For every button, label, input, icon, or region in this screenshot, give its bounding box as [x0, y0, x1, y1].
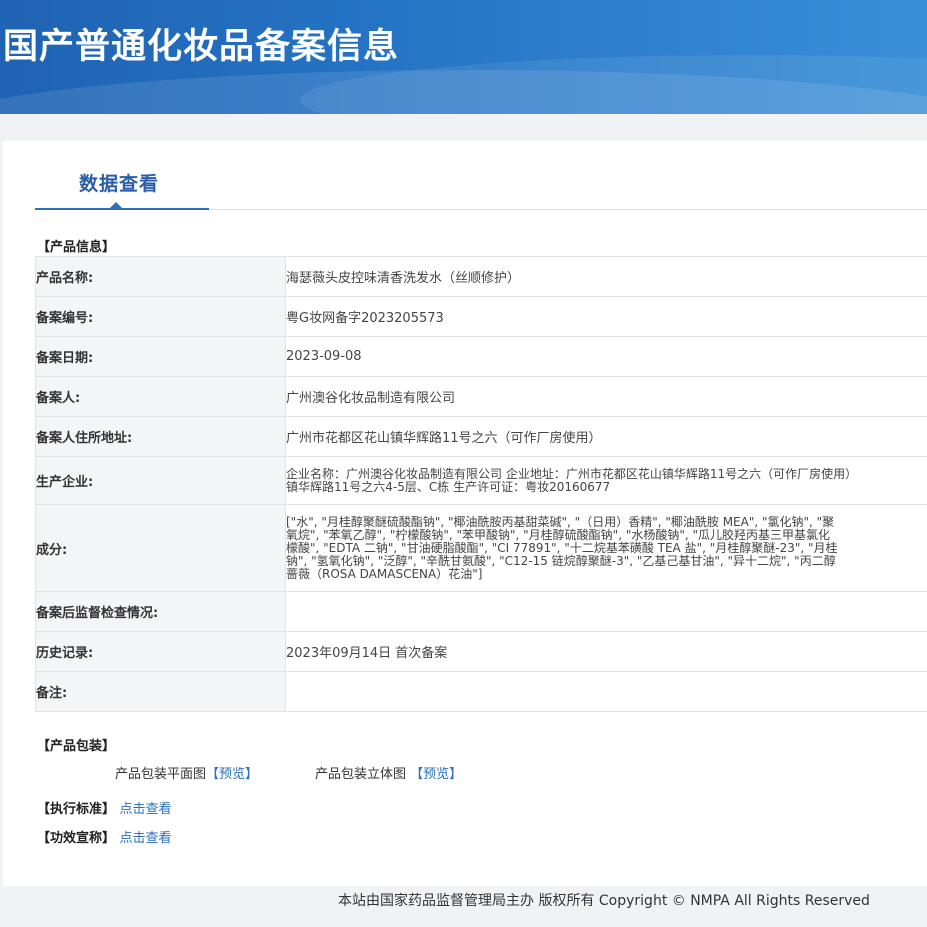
row-label: 成分: [35, 504, 286, 592]
tab-divider [209, 209, 927, 210]
efficacy-heading: 【功效宣称】 [37, 831, 116, 846]
active-tab-caret-icon [110, 202, 122, 208]
post-supervision-value [285, 591, 927, 632]
header-banner: 国产普通化妆品备案信息 [0, 0, 927, 114]
packaging-flat-item: 产品包装平面图【预览】 [115, 763, 258, 782]
footer-copyright: 本站由国家药品监督管理局主办 版权所有 Copyright © NMPA All… [338, 893, 870, 909]
product-name-value: 海瑟薇头皮控味清香洗发水（丝顺修护） [285, 256, 927, 297]
packaging-solid-item: 产品包装立体图 【预览】 [315, 763, 462, 782]
page-title: 国产普通化妆品备案信息 [3, 27, 400, 67]
row-label: 历史记录: [35, 631, 286, 672]
row-label: 备案人住所地址: [35, 416, 286, 457]
row-label: 备案编号: [35, 296, 286, 337]
table-row: 生产企业: 企业名称：广州澳谷化妆品制造有限公司 企业地址：广州市花都区花山镇华… [35, 456, 927, 505]
manufacturer-value: 企业名称：广州澳谷化妆品制造有限公司 企业地址：广州市花都区花山镇华辉路11号之… [285, 456, 927, 505]
table-row: 备案人住所地址: 广州市花都区花山镇华辉路11号之六（可作厂房使用） [35, 416, 927, 457]
table-row: 备案日期: 2023-09-08 [35, 336, 927, 377]
packaging-heading: 【产品包装】 [37, 739, 116, 754]
registrant-value: 广州澳谷化妆品制造有限公司 [285, 376, 927, 417]
table-row: 备注: [35, 671, 927, 712]
packaging-flat-preview-link[interactable]: 【预览】 [206, 767, 258, 782]
ingredients-line: 钠", "氢氧化钠", "泛醇", "辛酰甘氨酸", "C12-15 链烷醇聚醚… [286, 553, 836, 568]
history-value: 2023年09月14日 首次备案 [285, 631, 927, 672]
table-row: 备案后监督检查情况: [35, 591, 927, 632]
table-row: 备案人: 广州澳谷化妆品制造有限公司 [35, 376, 927, 417]
row-label: 产品名称: [35, 256, 286, 297]
remarks-value [285, 671, 927, 712]
row-label: 备案日期: [35, 336, 286, 377]
manufacturer-line: 企业名称：广州澳谷化妆品制造有限公司 企业地址：广州市花都区花山镇华辉路11号之… [286, 466, 858, 481]
manufacturer-line: 镇华辉路11号之六4-5层、C栋 生产许可证：粤妆20160677 [286, 479, 611, 494]
table-row: 产品名称: 海瑟薇头皮控味清香洗发水（丝顺修护） [35, 256, 927, 297]
row-label: 备案人: [35, 376, 286, 417]
ingredients-line: 檬酸", "EDTA 二钠", "甘油硬脂酸酯", "CI 77891", "十… [286, 540, 838, 555]
table-row: 历史记录: 2023年09月14日 首次备案 [35, 631, 927, 672]
ingredients-line: 氧烷", "苯氧乙醇", "柠檬酸钠", "苯甲酸钠", "月桂醇硫酸酯钠", … [286, 527, 831, 542]
ingredients-value: ["水", "月桂醇聚醚硫酸酯钠", "椰油酰胺丙基甜菜碱", "（日用）香精"… [285, 504, 927, 592]
tab-data-view[interactable]: 数据查看 [79, 169, 159, 196]
packaging-solid-label: 产品包装立体图 [315, 767, 407, 782]
standard-heading: 【执行标准】 [37, 802, 116, 817]
ingredients-line: 蔷薇（ROSA DAMASCENA）花油"] [286, 566, 483, 581]
record-date-value: 2023-09-08 [285, 336, 927, 377]
row-label: 生产企业: [35, 456, 286, 505]
row-label: 备注: [35, 671, 286, 712]
main-panel: 数据查看 【产品信息】 产品名称: 海瑟薇头皮控味清香洗发水（丝顺修护） 备案编… [3, 141, 927, 886]
table-row: 成分: ["水", "月桂醇聚醚硫酸酯钠", "椰油酰胺丙基甜菜碱", "（日用… [35, 504, 927, 592]
registrant-address-value: 广州市花都区花山镇华辉路11号之六（可作厂房使用） [285, 416, 927, 457]
packaging-flat-label: 产品包装平面图 [115, 767, 207, 782]
active-tab-underline [35, 208, 209, 210]
packaging-solid-preview-link[interactable]: 【预览】 [410, 767, 462, 782]
product-info-table: 产品名称: 海瑟薇头皮控味清香洗发水（丝顺修护） 备案编号: 粤G妆网备字202… [35, 256, 927, 712]
table-row: 备案编号: 粤G妆网备字2023205573 [35, 296, 927, 337]
standard-view-link[interactable]: 点击查看 [120, 802, 172, 817]
ingredients-line: ["水", "月桂醇聚醚硫酸酯钠", "椰油酰胺丙基甜菜碱", "（日用）香精"… [286, 514, 835, 529]
standard-row: 【执行标准】 点击查看 [37, 798, 172, 817]
product-info-heading: 【产品信息】 [37, 240, 116, 255]
efficacy-view-link[interactable]: 点击查看 [120, 831, 172, 846]
record-number-value: 粤G妆网备字2023205573 [285, 296, 927, 337]
row-label: 备案后监督检查情况: [35, 591, 286, 632]
efficacy-row: 【功效宣称】 点击查看 [37, 827, 172, 846]
